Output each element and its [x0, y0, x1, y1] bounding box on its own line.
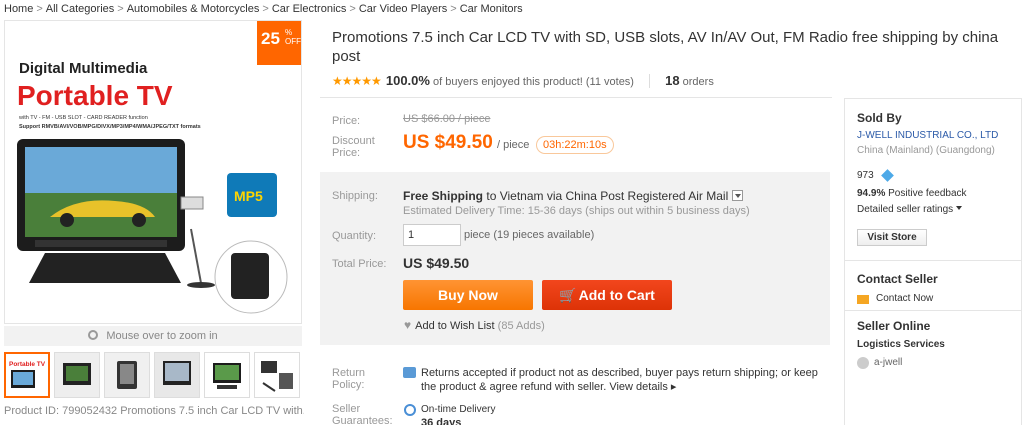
discount-price: US $49.50 [403, 132, 493, 153]
contact-seller-heading: Contact Seller [857, 272, 938, 286]
rating-stars-icon: ★★★★★ [332, 74, 382, 88]
discount-price-label: Discount Price: [332, 135, 375, 159]
logistics-services: Logistics Services [857, 339, 945, 350]
seller-divider-2 [845, 310, 1021, 311]
box-subtitle-1: with TV - FM - USB SLOT - CARD READER fu… [18, 115, 148, 121]
return-policy-label: Return Policy: [332, 367, 366, 391]
shipping-label: Shipping: [332, 190, 378, 202]
zoom-hint: Mouse over to zoom in [4, 326, 302, 346]
price-label: Price: [332, 115, 361, 127]
product-id: Product ID: 799052432 Promotions 7.5 inc… [4, 405, 304, 417]
seller-location: China (Mainland) (Guangdong) [857, 145, 995, 156]
contact-now-link[interactable]: Contact Now [876, 293, 933, 304]
box-subtitle-2: Support RMVB/AVI/VOB/MPG/DIVX/MP3/MP4/WM… [19, 124, 201, 130]
product-photo: Digital Multimedia Portable TV with TV -… [5, 21, 301, 323]
cart-icon: 🛒 [559, 287, 577, 303]
positive-feedback: 94.9% Positive feedback [857, 188, 967, 199]
orders-count: 18 [665, 73, 680, 88]
seller-member-link[interactable]: a-jwell [874, 357, 902, 368]
thumbnail-3-image [105, 353, 149, 397]
original-price: US $66.00 / piece [403, 113, 491, 125]
svg-text:Portable TV: Portable TV [9, 361, 46, 368]
total-price: US $49.50 [403, 255, 470, 271]
discount-number: 25 [261, 29, 280, 48]
thumbnail-strip: Portable TV [4, 352, 302, 400]
thumbnail-2[interactable] [54, 352, 100, 398]
add-to-cart-label: Add to Cart [578, 287, 655, 303]
discount-badge: 25 % OFF [257, 21, 301, 65]
per-piece: / piece [497, 139, 530, 151]
orders-label: orders [682, 76, 714, 88]
detailed-seller-ratings[interactable]: Detailed seller ratings [857, 204, 963, 215]
caret-down-icon [956, 206, 963, 210]
main-product-image[interactable]: Digital Multimedia Portable TV with TV -… [4, 20, 302, 324]
quantity-label: Quantity: [332, 230, 377, 242]
thumbnail-1-image: Portable TV [6, 354, 48, 396]
delivery-estimate: Estimated Delivery Time: 15-36 days (shi… [403, 205, 750, 217]
breadcrumb-car-video-players[interactable]: Car Video Players [359, 3, 447, 15]
free-shipping: Free Shipping [403, 189, 484, 203]
seller-divider-1 [845, 260, 1021, 261]
discount-percent: % OFF [285, 28, 301, 46]
return-policy-text: Returns accepted if product not as descr… [421, 367, 818, 393]
thumbnail-5[interactable] [204, 352, 250, 398]
total-price-label: Total Price: [332, 258, 387, 270]
rating-text[interactable]: of buyers enjoyed this product! (11 vote… [433, 76, 634, 88]
return-icon [403, 367, 416, 378]
mp5-label: MP5 [234, 188, 263, 204]
quantity-input[interactable]: 1 [403, 224, 461, 246]
thumbnail-6[interactable] [254, 352, 300, 398]
countdown-timer: 03h:22m:10s [536, 136, 614, 154]
seller-score: 973 [857, 170, 874, 181]
thumbnail-6-image [255, 353, 299, 397]
breadcrumb-automobiles[interactable]: Automobiles & Motorcycles [127, 3, 260, 15]
view-details-link[interactable]: View details ▸ [609, 381, 676, 393]
thumbnail-5-image [205, 353, 249, 397]
magnifier-icon [88, 330, 99, 340]
seller-panel: Sold By J-WELL INDUSTRIAL CO., LTD China… [844, 98, 1022, 425]
thumbnail-3[interactable] [104, 352, 150, 398]
breadcrumb-car-monitors[interactable]: Car Monitors [460, 3, 523, 15]
user-icon [857, 357, 869, 369]
wishlist-label: Add to Wish List [415, 320, 495, 332]
breadcrumb-car-electronics[interactable]: Car Electronics [272, 3, 347, 15]
thumbnail-2-image [55, 353, 99, 397]
add-to-wishlist[interactable]: ♥ Add to Wish List (85 Adds) [404, 318, 545, 332]
thumbnail-4[interactable] [154, 352, 200, 398]
buy-now-button[interactable]: Buy Now [403, 280, 533, 310]
shipping-method: Free Shipping to Vietnam via China Post … [403, 189, 744, 203]
on-time-delivery: On-time Delivery [421, 404, 496, 415]
thumbnail-4-image [155, 353, 199, 397]
wishlist-count: (85 Adds) [497, 320, 545, 332]
quantity-availability: piece (19 pieces available) [464, 229, 595, 241]
breadcrumb-home[interactable]: Home [4, 3, 33, 15]
seller-name[interactable]: J-WELL INDUSTRIAL CO., LTD [857, 130, 998, 141]
add-to-cart-button[interactable]: 🛒 Add to Cart [542, 280, 672, 310]
heart-icon: ♥ [404, 318, 412, 332]
zoom-hint-text: Mouse over to zoom in [106, 330, 218, 342]
breadcrumb-all-categories[interactable]: All Categories [46, 3, 114, 15]
clock-icon [404, 404, 416, 416]
divider [649, 74, 651, 88]
breadcrumb: Home > All Categories > Automobiles & Motorc… [4, 3, 523, 15]
section-divider [320, 97, 832, 98]
seller-online-heading: Seller Online [857, 319, 931, 333]
thumbnail-1[interactable]: Portable TV [4, 352, 50, 398]
shipping-destination: to Vietnam via China Post Registered Air… [486, 189, 729, 203]
sold-by-heading: Sold By [857, 111, 902, 125]
diamond-icon [881, 169, 894, 182]
product-title: Promotions 7.5 inch Car LCD TV with SD, … [332, 29, 999, 65]
visit-store-button[interactable]: Visit Store [857, 229, 927, 246]
delivery-days: 36 days [421, 417, 462, 425]
rating-row: ★★★★★ 100.0% of buyers enjoyed this prod… [332, 73, 714, 89]
guarantees-label: Seller Guarantees: [332, 403, 393, 425]
box-title-line2: Portable TV [17, 80, 173, 111]
rating-percent: 100.0% [385, 73, 430, 88]
box-title-line1: Digital Multimedia [19, 60, 148, 77]
mail-icon [857, 295, 869, 304]
shipping-dropdown-icon[interactable] [732, 190, 744, 201]
